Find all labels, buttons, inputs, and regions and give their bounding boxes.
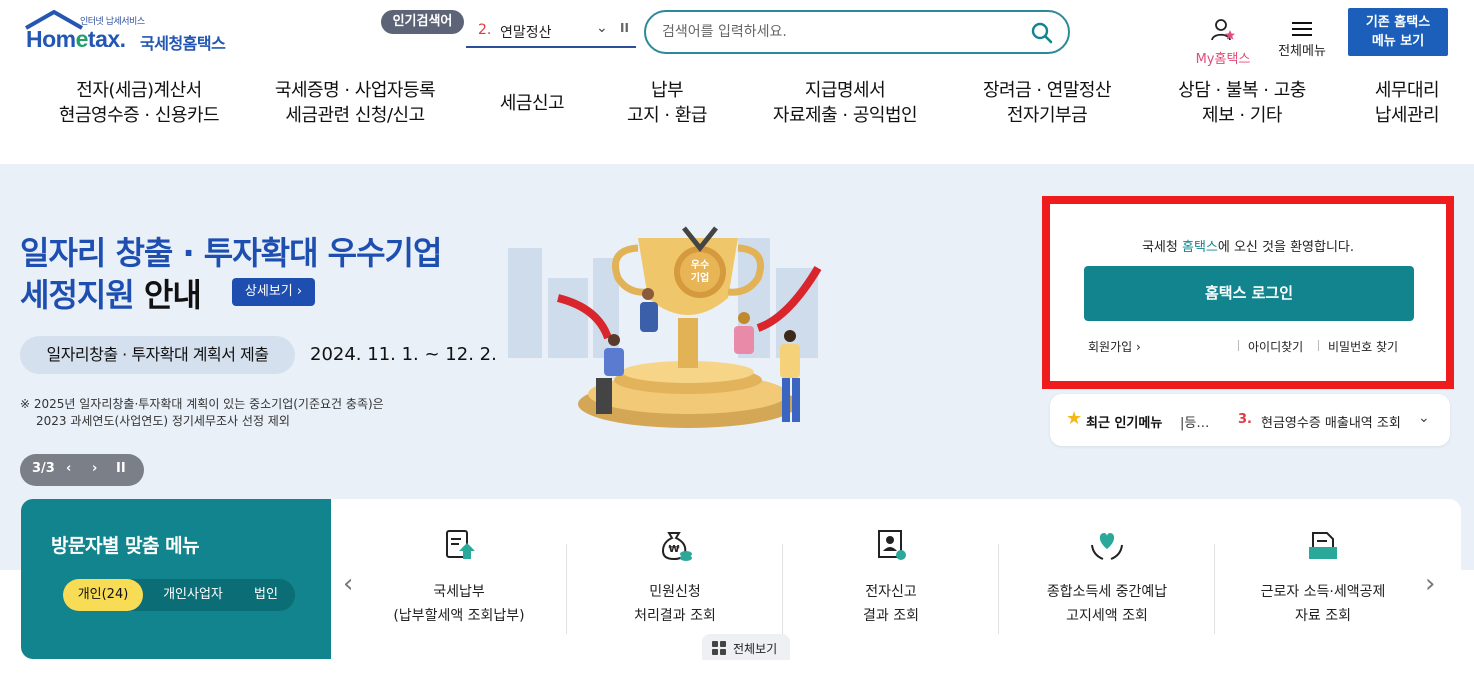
- quick-item-label: 전자신고: [865, 584, 917, 600]
- tab-sole-proprietor[interactable]: 개인사업자: [147, 579, 239, 611]
- gnb-item-payment[interactable]: 납부 고지 · 환급: [612, 78, 722, 128]
- detail-view-button[interactable]: 상세보기 ›: [232, 278, 315, 306]
- my-hometax-button[interactable]: My홈택스: [1190, 18, 1256, 67]
- link-divider: [1238, 340, 1239, 351]
- recent-popular-menu[interactable]: ★ 최근 인기메뉴 |등… 3. 현금영수증 매출내역 조회 ⌄: [1050, 394, 1450, 446]
- quick-item-sublabel: 자료 조회: [1295, 608, 1351, 624]
- gnb-item-payment-statement[interactable]: 지급명세서 자료제출 · 공익법인: [756, 78, 934, 128]
- quick-item-label: 근로자 소득·세액공제: [1260, 584, 1386, 600]
- quick-item-worker-deduction[interactable]: 근로자 소득·세액공제 자료 조회: [1215, 499, 1431, 659]
- tab-corporation[interactable]: 법인: [241, 579, 291, 611]
- quick-item-sublabel: (납부할세액 조회납부): [393, 608, 525, 624]
- quick-item-label: 종합소득세 중간예납: [1046, 584, 1168, 600]
- recent-rank: 3.: [1238, 412, 1252, 427]
- header: 인터넷 납세서비스 Hometax. 국세청홈택스 인기검색어 2. 연말정산 …: [0, 0, 1474, 67]
- recent-prev-item[interactable]: |등…: [1180, 412, 1209, 431]
- tax-document-upload-icon: [446, 530, 475, 559]
- quick-item-tax-payment[interactable]: 국세납부 (납부할세액 조회납부): [351, 499, 567, 659]
- link-divider: [1318, 340, 1319, 351]
- recent-item[interactable]: 현금영수증 매출내역 조회: [1261, 412, 1407, 431]
- welcome-message: 국세청 홈택스에 오신 것을 환영합니다.: [1141, 240, 1355, 255]
- svg-text:₩: ₩: [668, 544, 679, 555]
- next-arrow-icon[interactable]: ›: [1425, 569, 1435, 599]
- pager-counter: 3/3: [32, 461, 55, 476]
- gnb-item-tax-filing[interactable]: 세금신고: [486, 91, 578, 116]
- search-box: [644, 10, 1070, 54]
- medal-text-top: 우수: [691, 259, 709, 271]
- quick-item-label: 민원신청: [649, 584, 701, 600]
- find-id-link[interactable]: 아이디찾기: [1248, 338, 1303, 355]
- gnb-item-consultation[interactable]: 상담 · 불복 · 고충 제보 · 기타: [1162, 78, 1322, 128]
- gnb-item-incentive-yearend[interactable]: 장려금 · 연말정산 전자기부금: [968, 78, 1126, 128]
- visitor-type-tabs: 개인(24) 개인사업자 법인: [63, 579, 295, 611]
- quick-menu: ‹ 국세납부 (납부할세액 조회납부) ₩ 민원신청 처리결과 조회 전자신고: [331, 499, 1461, 659]
- popular-term[interactable]: 연말정산: [500, 22, 552, 42]
- recent-title: 최근 인기메뉴: [1086, 416, 1163, 431]
- medal-text-bottom: 기업: [691, 271, 709, 284]
- search-icon[interactable]: [1030, 21, 1054, 45]
- grid-icon: [712, 641, 726, 655]
- popular-search-label: 인기검색어: [381, 10, 464, 34]
- quick-item-sublabel: 처리결과 조회: [634, 608, 716, 624]
- chevron-right-icon: ›: [1136, 340, 1141, 354]
- gnb-item-e-invoice[interactable]: 전자(세금)계산서 현금영수증 · 신용카드: [44, 78, 234, 128]
- prev-slide-icon[interactable]: ‹: [66, 461, 71, 476]
- banner-date: 2024. 11. 1. ~ 12. 2.: [310, 344, 497, 365]
- all-menu-label: 전체메뉴: [1278, 44, 1326, 59]
- pause-icon[interactable]: II: [620, 21, 629, 35]
- old-hometax-menu-button[interactable]: 기존 홈택스 메뉴 보기: [1348, 8, 1448, 56]
- banner-pager: 3/3 ‹ › II: [20, 454, 144, 486]
- chevron-down-icon[interactable]: ⌄: [1418, 410, 1430, 426]
- pause-slide-icon[interactable]: II: [116, 461, 126, 476]
- chevron-down-icon[interactable]: ⌄: [596, 20, 608, 36]
- quick-item-sublabel: 결과 조회: [863, 608, 919, 624]
- visitor-menu-panel: 방문자별 맞춤 메뉴 개인(24) 개인사업자 법인: [21, 499, 331, 659]
- hometax-logo[interactable]: 인터넷 납세서비스 Hometax. 국세청홈택스: [22, 8, 242, 58]
- view-all-button[interactable]: 전체보기: [702, 634, 790, 660]
- money-bag-coins-icon: ₩: [661, 532, 692, 561]
- view-all-label: 전체보기: [733, 642, 778, 656]
- trophy-illustration: 우수 기업: [508, 226, 822, 428]
- popular-search-dropdown[interactable]: 2. 연말정산 ⌄ II: [466, 16, 636, 48]
- star-icon: ★: [1066, 408, 1083, 429]
- quick-item-e-filing[interactable]: 전자신고 결과 조회: [783, 499, 999, 659]
- banner-subtitle-pill: 일자리창출 · 투자확대 계획서 제출: [20, 336, 295, 374]
- hamburger-icon: [1292, 22, 1312, 37]
- user-star-icon: [1211, 19, 1235, 41]
- banner-title[interactable]: 일자리 창출 · 투자확대 우수기업 세정지원 안내: [20, 232, 442, 316]
- join-link[interactable]: 회원가입 ›: [1088, 338, 1141, 355]
- heart-hands-icon: [1091, 533, 1123, 560]
- visitor-menu-title: 방문자별 맞춤 메뉴: [51, 535, 200, 557]
- quick-item-label: 국세납부: [433, 584, 485, 600]
- certificate-person-icon: [878, 530, 906, 560]
- login-panel-highlighted: 국세청 홈택스에 오신 것을 환영합니다. 홈택스 로그인 회원가입 › 아이디…: [1042, 196, 1454, 389]
- popular-rank: 2.: [478, 22, 492, 38]
- logo-korean-name: 국세청홈택스: [140, 34, 226, 53]
- quick-item-interim-prepayment[interactable]: 종합소득세 중간예납 고지세액 조회: [999, 499, 1215, 659]
- gnb-item-certificate-registration[interactable]: 국세증명 · 사업자등록 세금관련 신청/신고: [262, 78, 448, 128]
- all-menu-button[interactable]: 전체메뉴: [1274, 18, 1330, 59]
- quick-item-sublabel: 고지세액 조회: [1066, 608, 1148, 624]
- next-slide-icon[interactable]: ›: [92, 461, 97, 476]
- main-navigation: 전자(세금)계산서 현금영수증 · 신용카드 국세증명 · 사업자등록 세금관련 신…: [0, 78, 1474, 140]
- chevron-right-icon: ›: [296, 284, 303, 299]
- hometax-login-button[interactable]: 홈택스 로그인: [1084, 266, 1414, 321]
- logo-brand: Hometax.: [26, 26, 126, 52]
- my-hometax-label: My홈택스: [1195, 52, 1251, 67]
- banner-note: ※ 2025년 일자리창출·투자확대 계획이 있는 중소기업(기준요건 충족)은…: [20, 397, 384, 428]
- find-password-link[interactable]: 비밀번호 찾기: [1328, 338, 1398, 355]
- tab-individual[interactable]: 개인(24): [63, 579, 143, 611]
- gnb-item-tax-agent[interactable]: 세무대리 납세관리: [1360, 78, 1454, 128]
- folder-document-icon: [1309, 532, 1337, 559]
- search-input[interactable]: [662, 21, 1022, 43]
